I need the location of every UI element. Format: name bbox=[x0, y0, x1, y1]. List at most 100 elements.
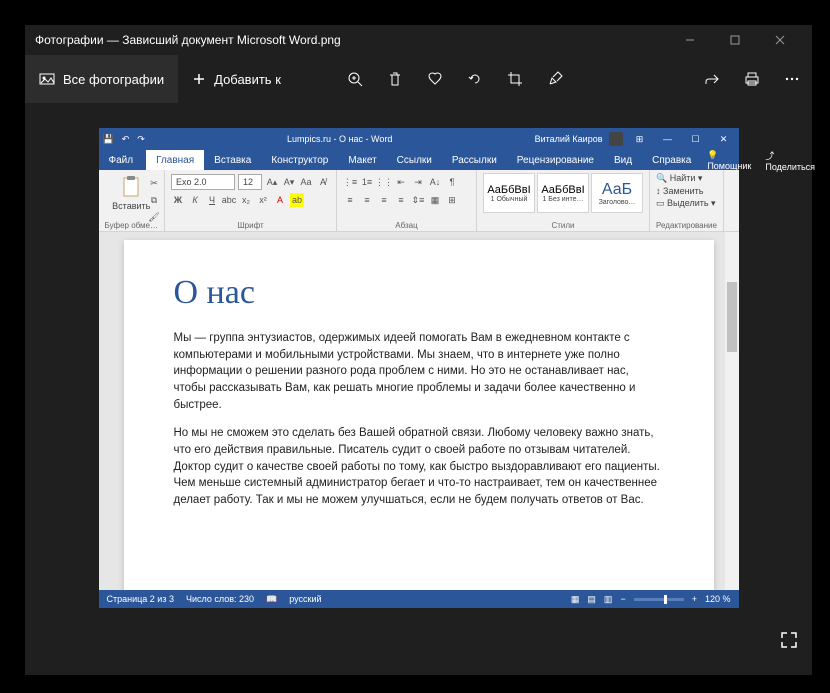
shading-icon[interactable]: ▦ bbox=[428, 193, 442, 207]
word-status-bar: Страница 2 из 3 Число слов: 230 📖 русски… bbox=[99, 590, 739, 608]
print-layout-icon[interactable]: ▤ bbox=[587, 594, 596, 605]
align-right-icon[interactable]: ≡ bbox=[377, 193, 391, 207]
align-left-icon[interactable]: ≡ bbox=[343, 193, 357, 207]
minimize-button[interactable] bbox=[667, 25, 712, 55]
highlight-icon[interactable]: ab bbox=[290, 193, 304, 207]
delete-button[interactable] bbox=[375, 55, 415, 103]
paragraph-label: Абзац bbox=[343, 219, 470, 230]
superscript-icon[interactable]: x² bbox=[256, 193, 270, 207]
show-marks-icon[interactable]: ¶ bbox=[445, 175, 459, 189]
word-minimize-icon[interactable]: — bbox=[657, 134, 679, 144]
font-size-select[interactable]: 12 bbox=[238, 174, 262, 190]
cut-icon[interactable]: ✂ bbox=[147, 176, 161, 190]
indent-icon[interactable]: ⇥ bbox=[411, 175, 425, 189]
italic-icon[interactable]: К bbox=[188, 193, 202, 207]
word-close-icon[interactable]: ✕ bbox=[713, 134, 735, 145]
word-ribbon-tabs: Файл Главная Вставка Конструктор Макет С… bbox=[99, 150, 739, 170]
redo-icon[interactable]: ↷ bbox=[137, 134, 145, 145]
photos-titlebar: Фотографии — Зависший документ Microsoft… bbox=[25, 25, 812, 55]
word-scrollbar[interactable] bbox=[725, 232, 739, 590]
more-button[interactable] bbox=[772, 55, 812, 103]
tab-help[interactable]: Справка bbox=[642, 150, 701, 170]
font-color-icon[interactable]: A bbox=[273, 193, 287, 207]
crop-button[interactable] bbox=[495, 55, 535, 103]
print-button[interactable] bbox=[732, 55, 772, 103]
edit-button[interactable] bbox=[535, 55, 575, 103]
web-layout-icon[interactable]: ▥ bbox=[604, 594, 613, 605]
clear-format-icon[interactable]: A̸ bbox=[316, 175, 330, 189]
word-count[interactable]: Число слов: 230 bbox=[186, 594, 254, 604]
tab-design[interactable]: Конструктор bbox=[261, 150, 338, 170]
language-indicator[interactable]: русский bbox=[289, 594, 321, 604]
page-indicator[interactable]: Страница 2 из 3 bbox=[107, 594, 174, 604]
tell-me[interactable]: Помощник bbox=[707, 161, 751, 171]
style-no-spacing[interactable]: АаБбВвІ1 Без инте… bbox=[537, 173, 589, 213]
subscript-icon[interactable]: x₂ bbox=[239, 193, 253, 207]
tab-file[interactable]: Файл bbox=[99, 150, 144, 170]
sort-icon[interactable]: A↓ bbox=[428, 175, 442, 189]
tab-mailings[interactable]: Рассылки bbox=[442, 150, 507, 170]
fullscreen-button[interactable] bbox=[780, 631, 798, 649]
style-normal[interactable]: АаБбВвІ1 Обычный bbox=[483, 173, 535, 213]
tab-layout[interactable]: Макет bbox=[338, 150, 386, 170]
underline-icon[interactable]: Ч bbox=[205, 193, 219, 207]
zoom-in-icon[interactable]: + bbox=[692, 594, 697, 604]
copy-icon[interactable]: ⧉ bbox=[147, 193, 161, 207]
tab-references[interactable]: Ссылки bbox=[387, 150, 442, 170]
word-maximize-icon[interactable]: ☐ bbox=[685, 134, 707, 145]
zoom-out-icon[interactable]: − bbox=[620, 594, 625, 604]
grow-font-icon[interactable]: A▴ bbox=[265, 175, 279, 189]
tab-view[interactable]: Вид bbox=[604, 150, 642, 170]
read-mode-icon[interactable]: ▦ bbox=[571, 594, 580, 605]
zoom-button[interactable] bbox=[335, 55, 375, 103]
photo-viewer-area: 💾 ↶ ↷ Lumpics.ru - О нас - Word Виталий … bbox=[25, 103, 812, 663]
shrink-font-icon[interactable]: A▾ bbox=[282, 175, 296, 189]
rotate-button[interactable] bbox=[455, 55, 495, 103]
strike-icon[interactable]: abc bbox=[222, 193, 236, 207]
justify-icon[interactable]: ≡ bbox=[394, 193, 408, 207]
save-icon[interactable]: 💾 bbox=[103, 134, 114, 145]
clipboard-group: Вставить ✂ ⧉ 🖌 Буфер обме… bbox=[99, 170, 166, 231]
word-document-title: Lumpics.ru - О нас - Word bbox=[145, 134, 535, 144]
tab-insert[interactable]: Вставка bbox=[204, 150, 261, 170]
tab-review[interactable]: Рецензирование bbox=[507, 150, 604, 170]
share-label[interactable]: Поделиться bbox=[765, 162, 815, 172]
style-heading[interactable]: АаБЗаголово… bbox=[591, 173, 643, 213]
spell-check-icon[interactable]: 📖 bbox=[266, 594, 277, 605]
word-user-area: Виталий Каиров ⊞ — ☐ ✕ bbox=[535, 132, 735, 146]
font-name-select[interactable]: Exo 2.0 bbox=[171, 174, 235, 190]
clipboard-icon bbox=[121, 175, 141, 199]
select-button[interactable]: ▭ Выделить ▾ bbox=[656, 198, 717, 209]
window-title: Фотографии — Зависший документ Microsoft… bbox=[35, 33, 667, 47]
replace-button[interactable]: ↕ Заменить bbox=[656, 186, 717, 196]
tab-home[interactable]: Главная bbox=[146, 150, 204, 170]
word-scroll-thumb[interactable] bbox=[727, 282, 737, 352]
line-spacing-icon[interactable]: ⇕≡ bbox=[411, 193, 425, 207]
change-case-icon[interactable]: Aa bbox=[299, 175, 313, 189]
format-painter-icon[interactable]: 🖌 bbox=[147, 210, 161, 224]
maximize-button[interactable] bbox=[712, 25, 757, 55]
quick-access-toolbar: 💾 ↶ ↷ bbox=[103, 134, 145, 145]
bullets-icon[interactable]: ⋮≡ bbox=[343, 175, 357, 189]
close-button[interactable] bbox=[757, 25, 802, 55]
undo-icon[interactable]: ↶ bbox=[122, 134, 130, 145]
numbering-icon[interactable]: 1≡ bbox=[360, 175, 374, 189]
gallery-icon bbox=[39, 71, 55, 87]
zoom-level[interactable]: 120 % bbox=[705, 594, 731, 604]
share-button[interactable] bbox=[692, 55, 732, 103]
outdent-icon[interactable]: ⇤ bbox=[394, 175, 408, 189]
bold-icon[interactable]: Ж bbox=[171, 193, 185, 207]
multilevel-icon[interactable]: ⋮⋮ bbox=[377, 175, 391, 189]
editing-label: Редактирование bbox=[656, 219, 717, 230]
add-to-label: Добавить к bbox=[214, 72, 281, 87]
find-button[interactable]: 🔍 Найти ▾ bbox=[656, 173, 717, 184]
word-page: О нас Мы — группа энтузиастов, одержимых… bbox=[124, 240, 714, 590]
zoom-slider[interactable] bbox=[634, 598, 684, 601]
user-avatar[interactable] bbox=[609, 132, 623, 146]
add-to-tab[interactable]: Добавить к bbox=[178, 55, 295, 103]
align-center-icon[interactable]: ≡ bbox=[360, 193, 374, 207]
word-ribbon-options-icon[interactable]: ⊞ bbox=[629, 134, 651, 145]
favorite-button[interactable] bbox=[415, 55, 455, 103]
all-photos-tab[interactable]: Все фотографии bbox=[25, 55, 178, 103]
borders-icon[interactable]: ⊞ bbox=[445, 193, 459, 207]
